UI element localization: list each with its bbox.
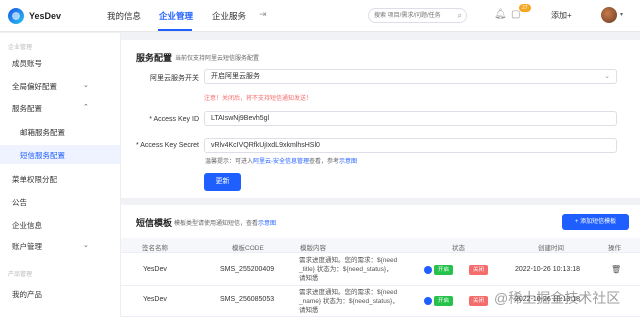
col-template-code: 模板CODE — [232, 245, 264, 252]
logo-icon — [8, 8, 24, 24]
row-sign: YesDev — [143, 266, 167, 273]
table-header: 签名名称 模板CODE 模版内容 状态 创建时间 操作 — [121, 238, 640, 253]
status-off-badge[interactable]: 关闭 — [469, 265, 489, 275]
search-icon[interactable]: ⌕ — [458, 11, 462, 21]
content-line: 请知悉 — [299, 307, 319, 314]
status-off-badge[interactable]: 关闭 — [469, 296, 489, 306]
nav-enterprise-service[interactable]: 企业服务 — [212, 10, 246, 22]
exit-icon[interactable]: ⇥ — [259, 9, 267, 20]
access-key-id-input[interactable]: LTAIswNj9Bevh5gl — [204, 111, 617, 126]
status-on-badge[interactable]: 开启 — [434, 296, 454, 306]
search-input[interactable] — [369, 9, 453, 22]
sidebar-item-my-products[interactable]: 我的产品 — [12, 289, 42, 300]
nav-my-info[interactable]: 我的信息 — [107, 10, 141, 22]
brand-name: YesDev — [29, 11, 62, 21]
sidebar-item-members[interactable]: 成员账号 — [12, 58, 42, 69]
row-code: SMS_256085053 — [220, 296, 275, 303]
chevron-down-icon: ⌄ — [604, 73, 610, 80]
content-line: _name} 状态为：${need_status}， — [299, 298, 399, 305]
switch-warning: 注意！关闭后，将不支持短信通知发送！ — [204, 96, 313, 102]
col-status: 状态 — [452, 245, 465, 252]
delete-icon[interactable]: 🗑︎ — [611, 265, 621, 274]
chevron-down-icon[interactable]: ⌄ — [83, 81, 89, 89]
bell-icon[interactable]: 🔔︎ — [494, 9, 507, 20]
chevron-down-icon[interactable]: ▾ — [620, 11, 623, 18]
row-created: 2022-10-26 10:13:18 — [515, 266, 580, 273]
content-line: 需求进度通知。您的需求：${need — [299, 257, 398, 264]
sidebar-item-company-info[interactable]: 企业信息 — [12, 220, 42, 231]
sms-template-title: 短信模板 — [136, 218, 173, 228]
col-created-time: 创建时间 — [538, 245, 564, 252]
col-template-content: 模版内容 — [300, 245, 326, 252]
col-sign-name: 签名名称 — [142, 245, 168, 252]
switch-label: 阿里云服务开关 — [150, 75, 199, 82]
col-actions: 操作 — [608, 245, 621, 252]
switch-value: 开启阿里云服务 — [211, 73, 260, 80]
nav-active-indicator — [158, 29, 192, 31]
service-switch-select[interactable]: 开启阿里云服务 ⌄ — [204, 69, 617, 84]
sidebar-item-global-prefs[interactable]: 全局偏好配置 — [12, 81, 57, 92]
content-line: _title} 状态为：${need_status}， — [299, 266, 393, 273]
notification-badge: 27 — [519, 4, 531, 12]
chevron-down-icon[interactable]: ⌄ — [83, 241, 89, 249]
tip-mid: 查看，参考 — [309, 159, 340, 165]
sidebar-item-menu-permission[interactable]: 菜单权限分配 — [12, 174, 57, 185]
service-config-subtitle: 当前仅支持阿里云短信服务配置 — [175, 56, 260, 62]
row-sign: YesDev — [143, 296, 167, 303]
sms-subtitle-text: 模板类型请使用通知短信，查看 — [174, 221, 259, 227]
tip-prefix: 温馨提示：可进入 — [205, 159, 254, 165]
content-line: 需求进度通知。您的需求：${need — [299, 289, 398, 296]
sidebar-item-billing[interactable]: 账户管理 — [12, 241, 42, 252]
sidebar-section-label: 企业管理 — [8, 45, 33, 51]
diagram-link[interactable]: 示意图 — [339, 159, 357, 165]
sidebar-section-label: 产品管理 — [8, 272, 33, 278]
sms-diagram-link[interactable]: 示意图 — [258, 221, 276, 227]
brand-logo[interactable]: YesDev — [8, 8, 61, 24]
sms-template-subtitle: 模板类型请使用通知短信，查看示意图 — [174, 218, 276, 227]
row-code: SMS_255200409 — [220, 266, 275, 273]
access-key-secret-input[interactable]: vRlv4KcIVQRfkUjIxdL9xkmlhsHSl0 — [204, 138, 617, 153]
add-menu-button[interactable]: 添加+ — [551, 10, 572, 21]
access-key-secret-label: * Access Key Secret — [135, 142, 199, 149]
top-navbar: YesDev 我的信息 企业管理 企业服务 ⇥ ⌕ 🔔︎ ▢ 27 添加+ ▾ — [0, 0, 640, 32]
update-button[interactable]: 更新 — [204, 173, 241, 191]
sidebar-item-notice[interactable]: 公告 — [12, 197, 27, 208]
radio-on-icon[interactable] — [424, 266, 432, 274]
aliyun-security-link[interactable]: 阿里云-安全信息管理 — [253, 159, 309, 165]
sidebar-item-service-config[interactable]: 服务配置 — [12, 103, 42, 114]
row-content: 需求进度通知。您的需求：${need _name} 状态为：${need_sta… — [299, 288, 409, 315]
status-on-badge[interactable]: 开启 — [434, 265, 454, 275]
chevron-up-icon[interactable]: ⌃ — [83, 103, 89, 111]
search-box[interactable]: ⌕ — [368, 8, 467, 23]
watermark: @稀土掘金技术社区 — [494, 290, 621, 306]
sidebar-item-sms-config[interactable]: 短信服务配置 — [20, 150, 65, 161]
add-sms-template-button[interactable]: + 添加短信模板 — [562, 214, 629, 230]
radio-on-icon[interactable] — [424, 297, 432, 305]
sidebar-item-mail-config[interactable]: 邮箱服务配置 — [20, 127, 65, 138]
user-avatar[interactable] — [601, 7, 617, 23]
content-line: 请知悉 — [299, 275, 319, 282]
tip-text: 温馨提示：可进入阿里云-安全信息管理查看，参考示意图 — [205, 156, 357, 165]
row-content: 需求进度通知。您的需求：${need _title} 状态为：${need_st… — [299, 256, 409, 283]
nav-enterprise-management[interactable]: 企业管理 — [159, 10, 193, 22]
access-key-id-label: * Access Key ID — [149, 116, 199, 123]
service-config-title: 服务配置 — [136, 53, 173, 63]
